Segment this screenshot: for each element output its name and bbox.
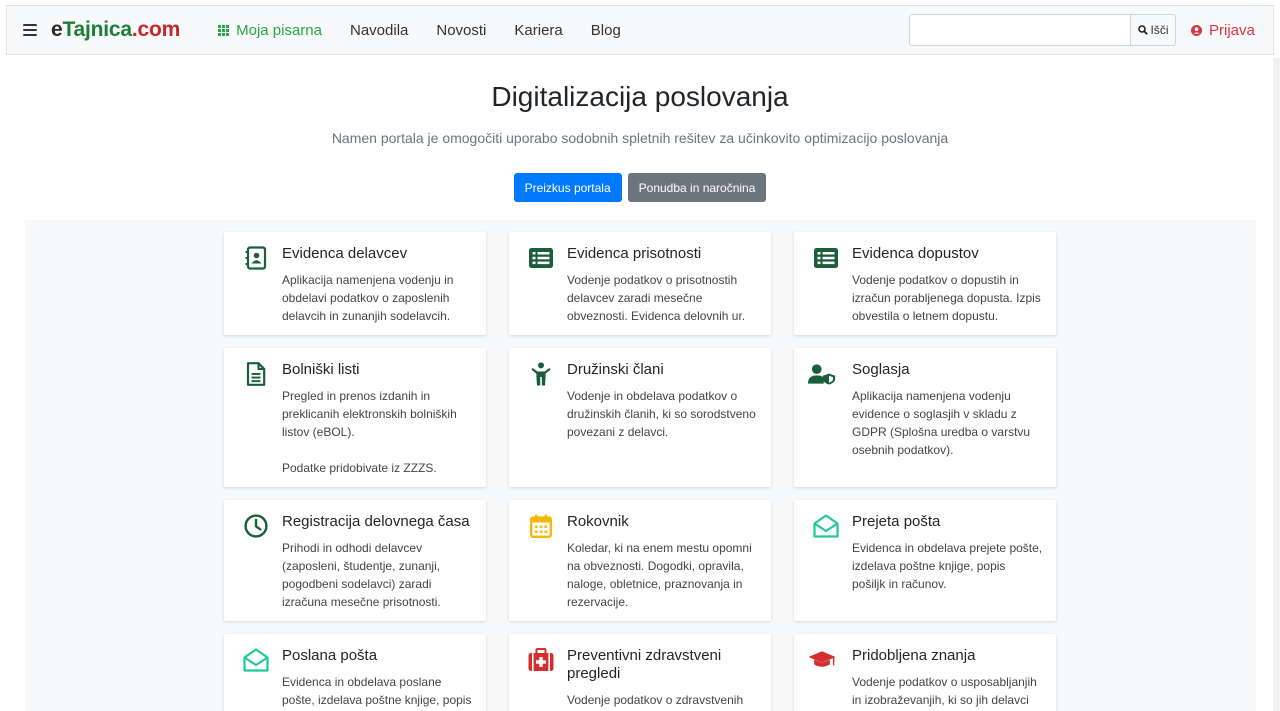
page-scrollbar[interactable] — [1273, 58, 1280, 711]
app-card-registracija-delovnega-casa[interactable]: Registracija delovnega časa Prihodi in o… — [224, 500, 486, 621]
card-description: Aplikacija namenjena vodenju evidence o … — [852, 389, 1031, 457]
nav-item-moja-pisarna[interactable]: Moja pisarna — [218, 22, 322, 39]
card-description: Pregled in prenos izdanih in preklicanih… — [282, 389, 457, 475]
nav-item-kariera[interactable]: Kariera — [514, 22, 562, 39]
brand-part-e: e — [51, 18, 63, 41]
first-aid-icon — [527, 646, 555, 674]
search-button-label: Išči — [1150, 23, 1169, 37]
card-title: Soglasja — [852, 361, 910, 378]
card-description: Vodenje podatkov o zdravstvenih — [567, 693, 744, 707]
app-card-soglasja[interactable]: Soglasja Aplikacija namenjena vodenju ev… — [794, 348, 1056, 487]
hamburger-menu-icon[interactable] — [23, 24, 37, 36]
brand-part-com: .com — [131, 18, 181, 41]
app-card-pridobljena-znanja[interactable]: Pridobljena znanja Vodenje podatkov o us… — [794, 634, 1056, 711]
card-description: Evidenca in obdelava poslane pošte, izde… — [282, 675, 472, 707]
envelope-open-icon — [812, 512, 840, 540]
card-description: Vodenje in obdelava podatkov o družinski… — [567, 389, 756, 439]
brand-logo[interactable]: eTajnica.com — [51, 18, 180, 42]
grid-icon — [218, 24, 230, 36]
address-card-icon — [242, 244, 270, 272]
search-icon — [1137, 25, 1148, 35]
card-description: Vodenje podatkov o prisotnostih delavcev… — [567, 273, 746, 323]
nav-item-label: Blog — [590, 21, 621, 39]
nav-item-label: Novosti — [436, 21, 487, 39]
search-form: Išči — [909, 14, 1176, 46]
nav-item-navodila[interactable]: Navodila — [350, 22, 408, 39]
search-button[interactable]: Išči — [1130, 14, 1176, 46]
app-card-preventivni-zdravstveni-pregledi[interactable]: Preventivni zdravstveni pregledi Vodenje… — [509, 634, 771, 711]
card-description: Aplikacija namenjena vodenju in obdelavi… — [282, 273, 454, 323]
card-title: Rokovnik — [567, 513, 629, 530]
nav-item-label: Kariera — [514, 21, 563, 39]
app-card-evidenca-prisotnosti[interactable]: Evidenca prisotnosti Vodenje podatkov o … — [509, 232, 771, 335]
clock-icon — [242, 512, 270, 540]
card-description: Koledar, ki na enem mestu opomni na obve… — [567, 541, 752, 609]
user-circle-icon — [1191, 24, 1202, 36]
hero-buttons: Preizkus portala Ponudba in naročnina — [0, 173, 1280, 202]
app-card-bolniski-listi[interactable]: Bolniški listi Pregled in prenos izdanih… — [224, 348, 486, 487]
nav-item-label: Navodila — [350, 21, 409, 39]
app-card-evidenca-delavcev[interactable]: Evidenca delavcev Aplikacija namenjena v… — [224, 232, 486, 335]
card-description: Vodenje podatkov o dopustih in izračun p… — [852, 273, 1041, 323]
login-link[interactable]: Prijava — [1191, 6, 1255, 54]
graduation-cap-icon — [808, 646, 836, 674]
card-title: Evidenca prisotnosti — [567, 245, 702, 262]
app-card-rokovnik[interactable]: Rokovnik Koledar, ki na enem mestu opomn… — [509, 500, 771, 621]
card-description: Prihodi in odhodi delavcev (zaposleni, š… — [282, 541, 441, 609]
nav-item-label: Moja pisarna — [236, 21, 322, 39]
app-card-prejeta-posta[interactable]: Prejeta pošta Evidenca in obdelava preje… — [794, 500, 1056, 621]
app-card-druzinski-clani[interactable]: Družinski člani Vodenje in obdelava poda… — [509, 348, 771, 487]
list-icon — [527, 244, 555, 272]
top-navbar: eTajnica.com Moja pisarna Navodila Novos… — [6, 5, 1274, 55]
list-icon — [812, 244, 840, 272]
envelope-open-icon — [242, 646, 270, 674]
card-title: Evidenca delavcev — [282, 245, 408, 262]
card-title: Prejeta pošta — [852, 513, 941, 530]
card-title: Bolniški listi — [282, 361, 360, 378]
app-card-evidenca-dopustov[interactable]: Evidenca dopustov Vodenje podatkov o dop… — [794, 232, 1056, 335]
login-label: Prijava — [1209, 21, 1255, 39]
card-title: Pridobljena znanja — [852, 647, 976, 664]
child-icon — [527, 360, 555, 388]
card-title: Evidenca dopustov — [852, 245, 979, 262]
nav-item-blog[interactable]: Blog — [591, 22, 621, 39]
card-title: Poslana pošta — [282, 647, 378, 664]
file-text-icon — [242, 360, 270, 388]
search-input[interactable] — [909, 14, 1130, 46]
page-subtitle: Namen portala je omogočiti uporabo sodob… — [331, 130, 949, 146]
app-card-poslana-posta[interactable]: Poslana pošta Evidenca in obdelava posla… — [224, 634, 486, 711]
offer-subscription-button[interactable]: Ponudba in naročnina — [627, 173, 767, 202]
page-title: Digitalizacija poslovanja — [491, 81, 789, 112]
try-portal-button[interactable]: Preizkus portala — [513, 173, 622, 202]
brand-part-tajnica: Tajnica — [62, 18, 132, 41]
card-description: Vodenje podatkov o usposabljanjih in izo… — [852, 675, 1037, 707]
card-description: Evidenca in obdelava prejete pošte, izde… — [852, 541, 1043, 591]
nav-item-novosti[interactable]: Novosti — [436, 22, 486, 39]
user-shield-icon — [808, 360, 836, 388]
card-title: Registracija delovnega časa — [282, 513, 470, 530]
card-title: Družinski člani — [567, 361, 664, 378]
card-title: Preventivni zdravstveni pregledi — [567, 647, 722, 682]
calendar-icon — [527, 512, 555, 540]
